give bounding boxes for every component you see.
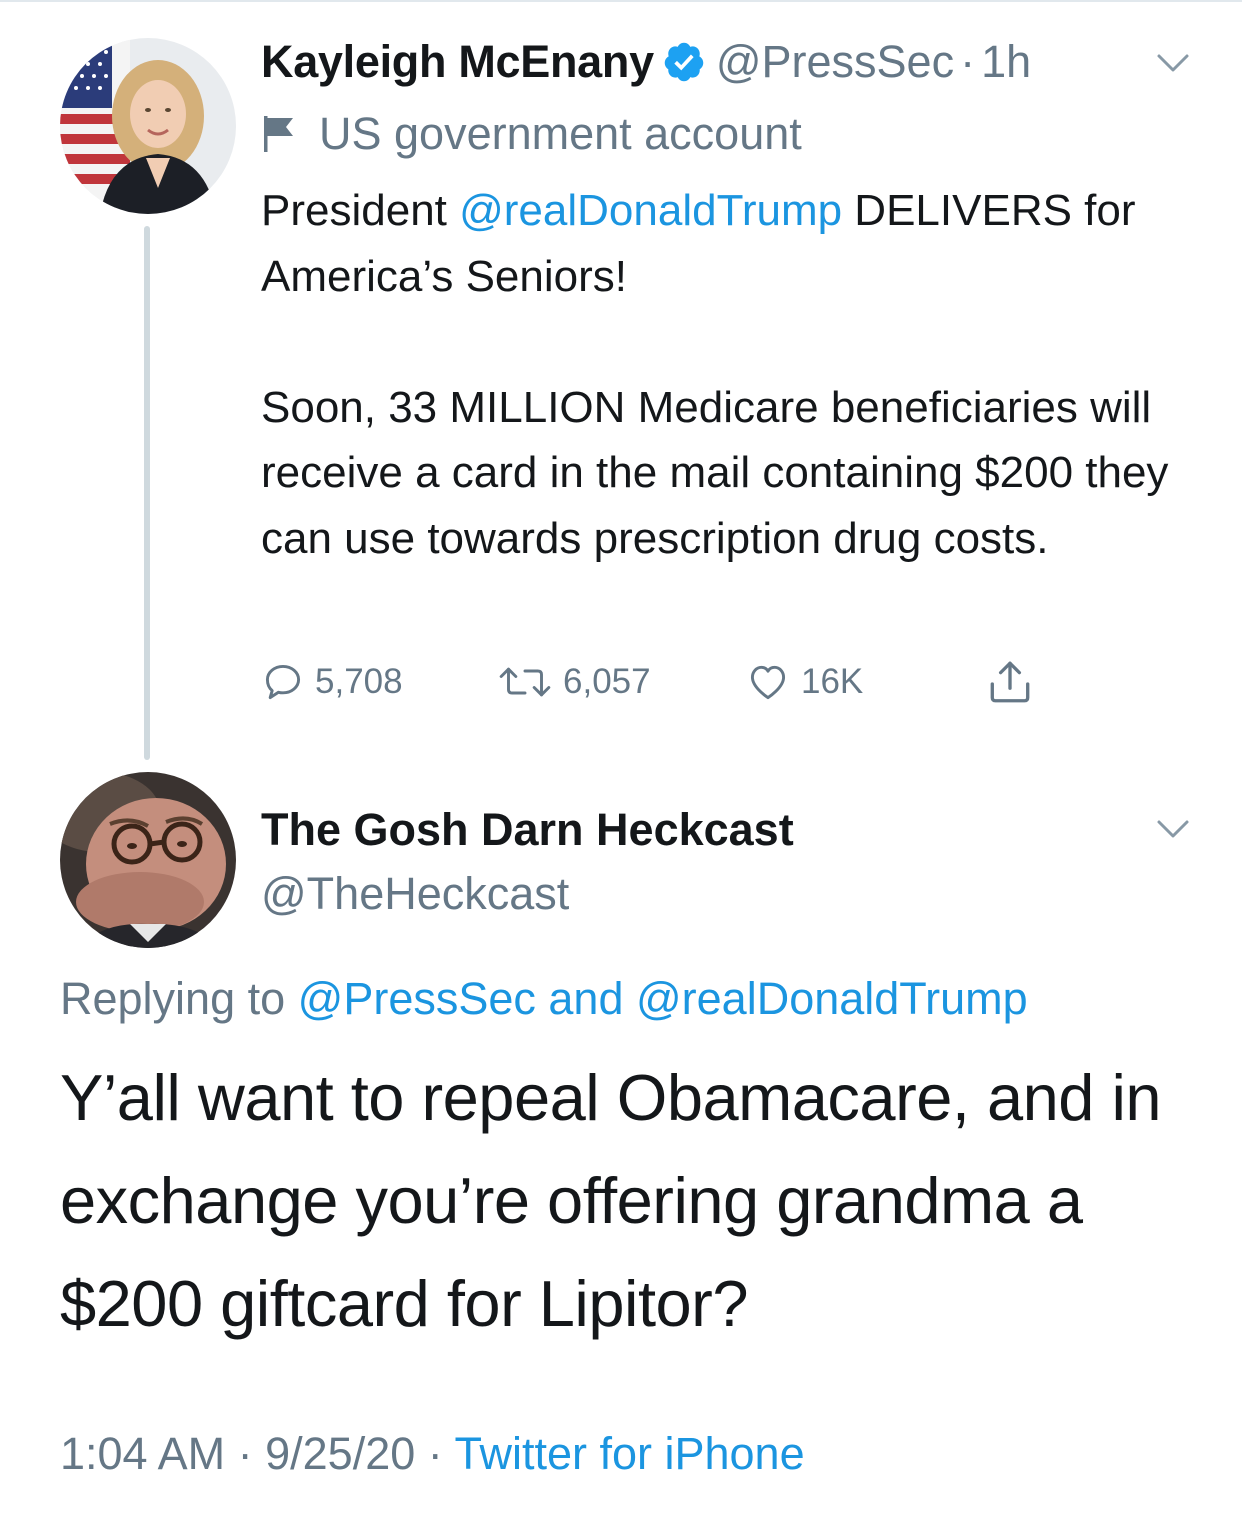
avatar-heckcast[interactable]	[60, 772, 236, 948]
retweet-count: 6,057	[563, 662, 651, 701]
tweet-time: 1:04 AM	[60, 1428, 226, 1479]
parent-text-intro: President	[261, 186, 460, 235]
reply-button[interactable]: 5,708	[261, 650, 403, 714]
reply-handle[interactable]: @TheHeckcast	[261, 862, 569, 926]
avatar-kayleigh[interactable]	[60, 38, 236, 214]
government-account-label: US government account	[261, 104, 802, 164]
reply-tweet-text: Y’all want to repeal Obamacare, and in e…	[60, 1061, 1162, 1340]
replying-to-and: and	[535, 973, 636, 1024]
chevron-down-icon[interactable]	[1156, 818, 1190, 840]
share-button[interactable]	[985, 650, 1045, 714]
header-separator: ·	[960, 36, 976, 87]
reply-icon	[265, 664, 301, 700]
parent-display-name[interactable]: Kayleigh McEnany	[261, 36, 654, 88]
flag-icon	[264, 116, 293, 152]
parent-text-paragraph-2: Soon, 33 MILLION Medicare beneficiaries …	[261, 382, 1169, 563]
like-button[interactable]: 16K	[745, 650, 863, 714]
mention-link-realdonaldtrump[interactable]: @realDonaldTrump	[459, 186, 842, 235]
replying-to-label: Replying to	[60, 973, 298, 1024]
avatar-image	[60, 38, 236, 214]
mention-link-realdonaldtrump[interactable]: @realDonaldTrump	[636, 973, 1028, 1024]
share-icon	[990, 661, 1030, 703]
heart-icon	[750, 665, 786, 700]
meta-separator: ·	[415, 1428, 455, 1479]
mention-link-presssec[interactable]: @PressSec	[298, 973, 536, 1024]
parent-tweet-text: President @realDonaldTrump DELIVERS for …	[261, 178, 1201, 571]
meta-separator: ·	[225, 1428, 266, 1479]
parent-handle[interactable]: @PressSec	[716, 36, 954, 88]
avatar-image	[60, 772, 236, 948]
tweet-metadata: 1:04 AM · 9/25/20 · Twitter for iPhone	[60, 1422, 805, 1486]
like-count: 16K	[801, 662, 864, 701]
government-account-text: US government account	[319, 108, 802, 159]
tweet-date: 9/25/20	[265, 1428, 416, 1479]
replying-to-line: Replying to @PressSec and @realDonaldTru…	[60, 966, 1028, 1032]
retweet-icon	[499, 667, 551, 697]
parent-time-ago[interactable]: 1h	[981, 36, 1031, 88]
reply-count: 5,708	[315, 662, 403, 701]
thread-connector-line	[144, 226, 150, 760]
reply-display-name[interactable]: The Gosh Darn Heckcast	[261, 798, 794, 862]
tweet-actions-bar: 5,708 6,057 16K	[261, 650, 1061, 714]
tweet-source-link[interactable]: Twitter for iPhone	[454, 1428, 804, 1479]
retweet-button[interactable]: 6,057	[497, 650, 651, 714]
chevron-down-icon[interactable]	[1156, 52, 1190, 74]
top-divider	[0, 0, 1242, 2]
parent-tweet-header: Kayleigh McEnany @PressSec · 1h	[261, 30, 1201, 94]
verified-badge-icon	[662, 40, 706, 84]
